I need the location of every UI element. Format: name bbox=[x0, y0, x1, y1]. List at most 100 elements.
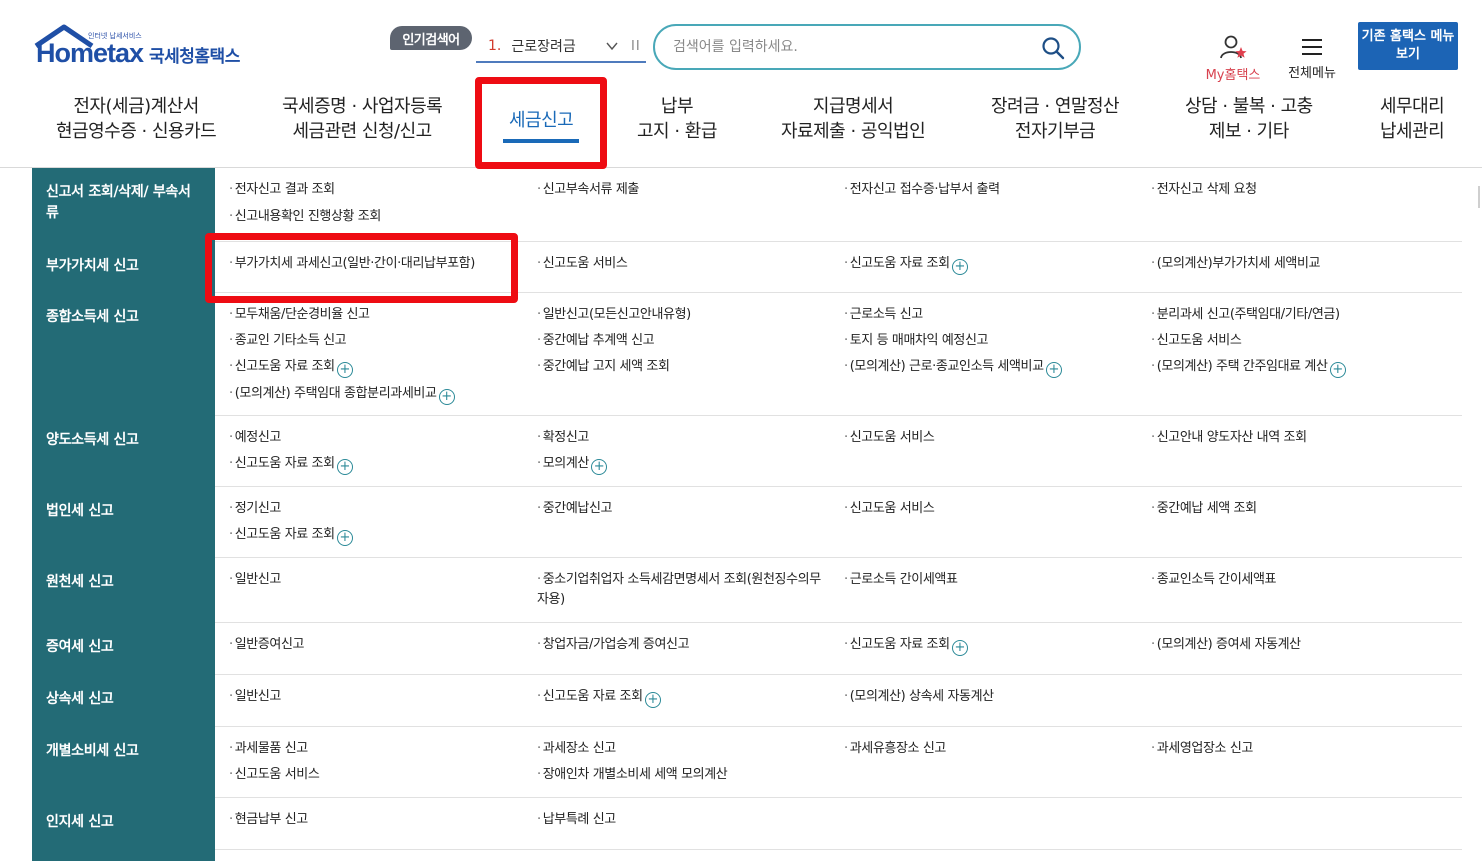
menu-link[interactable]: 과세영업장소 신고 bbox=[1151, 739, 1254, 759]
nav-incentives-year-end[interactable]: 장려금 · 연말정산 전자기부금 bbox=[991, 94, 1120, 144]
menu-link[interactable]: 모두채움/단순경비율 신고 bbox=[229, 305, 370, 325]
menu-link[interactable]: 일반증여신고 bbox=[229, 635, 305, 655]
menu-link[interactable]: 신고안내 양도자산 내역 조회 bbox=[1151, 428, 1307, 448]
popular-search-badge: 인기검색어 bbox=[390, 26, 472, 50]
menu-link[interactable]: (모의계산) 근로·종교인소득 세액비교+ bbox=[844, 357, 1062, 378]
menu-link[interactable]: 신고도움 자료 조회+ bbox=[229, 454, 353, 475]
menu-link[interactable]: 전자신고 접수증·납부서 출력 bbox=[844, 180, 1000, 200]
expand-plus-icon[interactable]: + bbox=[951, 640, 968, 656]
expand-plus-icon[interactable]: + bbox=[1329, 362, 1346, 378]
menu-link-label: 모의계산 bbox=[542, 456, 590, 471]
expand-plus-icon[interactable]: + bbox=[438, 389, 455, 405]
popular-keyword[interactable]: 근로장려금 bbox=[511, 36, 575, 56]
nav-label-line1: 상담 · 불복 · 고충 bbox=[1185, 96, 1313, 117]
old-hometax-menu-button[interactable]: 기존 홈택스 메뉴 보기 bbox=[1358, 22, 1458, 70]
menu-link[interactable]: 신고도움 자료 조회+ bbox=[844, 635, 968, 656]
menu-link[interactable]: 중간예납 고지 세액 조회 bbox=[537, 357, 670, 377]
nav-e-invoice[interactable]: 전자(세금)계산서 현금영수증 · 신용카드 bbox=[56, 94, 217, 144]
expand-plus-icon[interactable]: + bbox=[336, 530, 353, 546]
menu-link[interactable]: (모의계산) 주택 간주임대료 계산+ bbox=[1151, 357, 1346, 378]
menu-link[interactable]: 일반신고(모든신고안내유형) bbox=[537, 305, 691, 325]
menu-link[interactable]: 근로소득 신고 bbox=[844, 305, 923, 325]
menu-link[interactable]: 납부특례 신고 bbox=[537, 810, 616, 830]
menu-link[interactable]: 과세유흥장소 신고 bbox=[844, 739, 947, 759]
menu-link[interactable]: 신고부속서류 제출 bbox=[537, 180, 640, 200]
search-icon[interactable] bbox=[1041, 36, 1065, 60]
menu-link[interactable]: 신고도움 서비스 bbox=[537, 254, 628, 274]
menu-link[interactable]: 중간예납 세액 조회 bbox=[1151, 499, 1257, 519]
menu-link[interactable]: 일반신고 bbox=[229, 570, 282, 590]
menu-link[interactable]: 중소기업취업자 소득세감면명세서 조회(원천징수의무자용) bbox=[537, 570, 827, 610]
menu-row: 증여세 신고 일반증여신고 창업자금/가업승계 증여신고 신고도움 자료 조회+… bbox=[32, 623, 1462, 675]
menu-link[interactable]: (모의계산)부가가치세 세액비교 bbox=[1151, 254, 1321, 274]
expand-plus-icon[interactable]: + bbox=[336, 459, 353, 475]
menu-link[interactable]: 근로소득 간이세액표 bbox=[844, 570, 958, 590]
menu-link[interactable]: (모의계산) 상속세 자동계산 bbox=[844, 687, 994, 707]
menu-link[interactable]: 신고도움 자료 조회+ bbox=[844, 254, 968, 275]
nav-label-line1: 국세증명 · 사업자등록 bbox=[282, 96, 443, 117]
menu-link[interactable]: 전자신고 삭제 요청 bbox=[1151, 180, 1257, 200]
my-hometax-button[interactable]: My홈택스 bbox=[1200, 34, 1266, 83]
menu-link[interactable]: 신고내용확인 진행상황 조회 bbox=[229, 207, 382, 227]
expand-plus-icon[interactable]: + bbox=[336, 362, 353, 378]
menu-row: 개별소비세 신고 과세물품 신고 과세장소 신고 과세유흥장소 신고 과세영업장… bbox=[32, 727, 1462, 798]
menu-link[interactable]: 모의계산+ bbox=[537, 454, 607, 475]
nav-payment-statements[interactable]: 지급명세서 자료제출 · 공익법인 bbox=[781, 94, 926, 144]
scrollbar[interactable] bbox=[1478, 186, 1480, 208]
menu-link[interactable]: 예정신고 bbox=[229, 428, 282, 448]
menu-link[interactable]: 전자신고 결과 조회 bbox=[229, 180, 335, 200]
popular-search-ticker[interactable]: 1. 근로장려금 II bbox=[476, 30, 646, 63]
category-label: 법인세 신고 bbox=[32, 487, 215, 558]
category-label: 신고서 조회/삭제/ 부속서류 bbox=[32, 168, 215, 242]
menu-link-label: 신고도움 자료 조회 bbox=[542, 689, 643, 704]
menu-link[interactable]: 신고도움 서비스 bbox=[844, 499, 935, 519]
hometax-logo[interactable]: 인터넷 납세서비스 Hometax 국세청홈택스 bbox=[32, 22, 252, 72]
menu-link[interactable]: 신고도움 자료 조회+ bbox=[229, 525, 353, 546]
category-label: 종합소득세 신고 bbox=[32, 293, 215, 416]
all-menu-button[interactable]: 전체메뉴 bbox=[1282, 36, 1342, 82]
menu-link[interactable]: 중간예납신고 bbox=[537, 499, 613, 519]
chevron-down-icon[interactable] bbox=[606, 40, 618, 52]
menu-link[interactable]: (모의계산) 증여세 자동계산 bbox=[1151, 635, 1301, 655]
nav-label-line2: 자료제출 · 공익법인 bbox=[781, 121, 926, 142]
menu-link-label: 신고도움 자료 조회 bbox=[849, 256, 950, 271]
category-label: 인지세 신고 bbox=[32, 798, 215, 850]
menu-link[interactable]: 확정신고 bbox=[537, 428, 590, 448]
search-input[interactable] bbox=[673, 39, 1013, 55]
menu-link[interactable]: 신고도움 자료 조회+ bbox=[229, 357, 353, 378]
menu-link[interactable]: 종교인소득 간이세액표 bbox=[1151, 570, 1277, 590]
pause-button[interactable]: II bbox=[631, 39, 641, 54]
nav-label-line1: 장려금 · 연말정산 bbox=[991, 96, 1120, 117]
menu-link[interactable]: 과세장소 신고 bbox=[537, 739, 616, 759]
menu-link[interactable]: (모의계산) 주택임대 종합분리과세비교+ bbox=[229, 384, 455, 405]
menu-link[interactable]: 장애인차 개별소비세 세액 모의계산 bbox=[537, 765, 728, 785]
highlight-box-nav bbox=[475, 77, 607, 169]
menu-link[interactable]: 분리과세 신고(주택임대/기타/연금) bbox=[1151, 305, 1340, 325]
expand-plus-icon[interactable]: + bbox=[951, 259, 968, 275]
menu-link[interactable]: 창업자금/가업승계 증여신고 bbox=[537, 635, 690, 655]
menu-link[interactable]: 신고도움 서비스 bbox=[844, 428, 935, 448]
nav-payment[interactable]: 납부 고지 · 환급 bbox=[637, 94, 717, 144]
nav-tax-agent[interactable]: 세무대리 납세관리 bbox=[1380, 94, 1445, 144]
menu-link[interactable]: 현금납부 신고 bbox=[229, 810, 308, 830]
category-label: 원천세 신고 bbox=[32, 558, 215, 623]
menu-link[interactable]: 신고도움 서비스 bbox=[1151, 331, 1242, 351]
menu-link[interactable]: 신고도움 자료 조회+ bbox=[537, 687, 661, 708]
menu-link[interactable]: 과세물품 신고 bbox=[229, 739, 308, 759]
menu-link-label: 신고도움 자료 조회 bbox=[234, 359, 335, 374]
expand-plus-icon[interactable]: + bbox=[1045, 362, 1062, 378]
nav-consultation[interactable]: 상담 · 불복 · 고충 제보 · 기타 bbox=[1185, 94, 1313, 144]
menu-link[interactable]: 정기신고 bbox=[229, 499, 282, 519]
menu-link-label: (모의계산) 주택임대 종합분리과세비교 bbox=[234, 386, 437, 401]
menu-link[interactable]: 종교인 기타소득 신고 bbox=[229, 331, 347, 351]
nav-certificates[interactable]: 국세증명 · 사업자등록 세금관련 신청/신고 bbox=[282, 94, 443, 144]
expand-plus-icon[interactable]: + bbox=[644, 692, 661, 708]
category-label: 부가가치세 신고 bbox=[32, 242, 215, 293]
menu-link[interactable]: 일반신고 bbox=[229, 687, 282, 707]
menu-link[interactable]: 중간예납 추계액 신고 bbox=[537, 331, 655, 351]
expand-plus-icon[interactable]: + bbox=[590, 459, 607, 475]
menu-link[interactable]: 신고도움 서비스 bbox=[229, 765, 320, 785]
site-header: 인터넷 납세서비스 Hometax 국세청홈택스 인기검색어 1. 근로장려금 … bbox=[0, 0, 1482, 168]
menu-link-label: (모의계산) 근로·종교인소득 세액비교 bbox=[849, 359, 1044, 374]
menu-link[interactable]: 토지 등 매매차익 예정신고 bbox=[844, 331, 989, 351]
